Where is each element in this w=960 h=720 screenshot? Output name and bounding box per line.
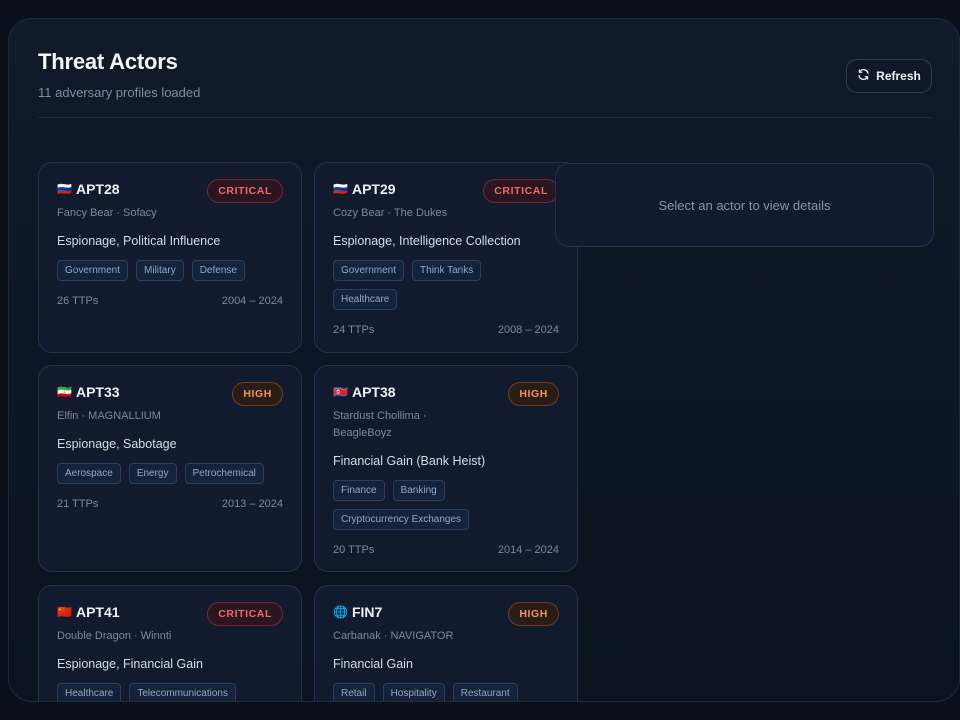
refresh-button[interactable]: Refresh [846, 59, 932, 93]
target-tag: Energy [128, 463, 177, 484]
target-tag: Healthcare [333, 289, 398, 310]
profiles-count: 11 adversary profiles loaded [38, 85, 201, 100]
actor-aliases: Carbanak · NAVIGATOR [333, 630, 454, 642]
active-years: 2004 – 2024 [221, 295, 283, 307]
actor-card-fin7[interactable]: 🌐 FIN7 HIGH Carbanak · NAVIGATOR Financia… [314, 585, 578, 701]
target-tag: Healthcare [57, 683, 122, 701]
target-tag: Telecommunications [129, 683, 236, 701]
target-tag: Cryptocurrency Exchanges [333, 509, 470, 530]
actor-motivation: Financial Gain [333, 657, 413, 671]
actor-card-apt38[interactable]: 🇰🇵 APT38 HIGH Stardust Chollima · BeagleB… [314, 365, 578, 572]
actor-name: APT41 [75, 603, 120, 620]
actor-detail-panel: Select an actor to view details [555, 163, 934, 247]
actor-name: APT28 [75, 180, 120, 197]
target-tags: Finance Banking Cryptocurrency Exchanges [333, 480, 493, 530]
actor-name: FIN7 [351, 603, 383, 620]
actor-card-apt41[interactable]: 🇨🇳 APT41 CRITICAL Double Dragon · Winnti … [38, 585, 302, 701]
ttp-count: 21 TTPs [57, 498, 99, 510]
flag-icon: 🇮🇷 [57, 384, 72, 399]
globe-icon: 🌐 [333, 604, 348, 619]
actor-aliases: Cozy Bear · The Dukes [333, 207, 448, 219]
target-tag: Banking [392, 480, 445, 501]
actor-aliases: Elfin · MAGNALLIUM [57, 410, 161, 422]
actor-name: APT29 [351, 180, 396, 197]
actor-card-apt28[interactable]: 🇷🇺 APT28 CRITICAL Fancy Bear · Sofacy Esp… [38, 162, 302, 353]
threat-actors-panel: Threat Actors 11 adversary profiles load… [8, 18, 960, 702]
refresh-icon [857, 68, 870, 84]
severity-badge: HIGH [232, 382, 283, 406]
flag-icon: 🇷🇺 [57, 181, 72, 196]
actor-name: APT38 [351, 383, 396, 400]
target-tags: Government Military Defense [57, 260, 283, 281]
actor-aliases: Stardust Chollima · BeagleBoyz [333, 410, 427, 439]
target-tag: Hospitality [382, 683, 445, 701]
target-tag: Finance [333, 480, 385, 501]
actor-card-apt29[interactable]: 🇷🇺 APT29 CRITICAL Cozy Bear · The Dukes E… [314, 162, 578, 353]
actor-motivation: Espionage, Sabotage [57, 437, 177, 451]
severity-badge: HIGH [508, 382, 559, 406]
ttp-count: 20 TTPs [333, 544, 375, 556]
target-tags: Healthcare Telecommunications [57, 683, 283, 701]
flag-icon: 🇨🇳 [57, 604, 72, 619]
target-tags: Retail Hospitality Restaurant [333, 683, 559, 701]
header-divider [38, 117, 932, 118]
target-tag: Aerospace [57, 463, 121, 484]
target-tag: Think Tanks [412, 260, 482, 281]
ttp-count: 24 TTPs [333, 324, 375, 336]
target-tag: Restaurant [452, 683, 518, 701]
actor-motivation: Financial Gain (Bank Heist) [333, 454, 486, 468]
refresh-label: Refresh [876, 69, 921, 83]
severity-badge: CRITICAL [207, 179, 283, 203]
target-tag: Government [333, 260, 405, 281]
actor-card-apt33[interactable]: 🇮🇷 APT33 HIGH Elfin · MAGNALLIUM Espionag… [38, 365, 302, 572]
actor-motivation: Espionage, Intelligence Collection [333, 234, 521, 248]
page-header: Threat Actors 11 adversary profiles load… [38, 49, 932, 100]
target-tag: Retail [333, 683, 375, 701]
actor-name: APT33 [75, 383, 120, 400]
target-tag: Military [136, 260, 184, 281]
active-years: 2013 – 2024 [221, 498, 283, 510]
actor-aliases: Fancy Bear · Sofacy [57, 207, 157, 219]
page-title: Threat Actors [38, 49, 178, 74]
severity-badge: CRITICAL [483, 179, 559, 203]
target-tags: Government Think Tanks Healthcare [333, 260, 513, 310]
target-tag: Petrochemical [184, 463, 264, 484]
actor-motivation: Espionage, Financial Gain [57, 657, 203, 671]
severity-badge: HIGH [508, 602, 559, 626]
actor-motivation: Espionage, Political Influence [57, 234, 221, 248]
target-tags: Aerospace Energy Petrochemical [57, 463, 283, 484]
active-years: 2008 – 2024 [497, 324, 559, 336]
ttp-count: 26 TTPs [57, 295, 99, 307]
flag-icon: 🇷🇺 [333, 181, 348, 196]
active-years: 2014 – 2024 [497, 544, 559, 556]
target-tag: Government [57, 260, 129, 281]
target-tag: Defense [191, 260, 245, 281]
flag-icon: 🇰🇵 [333, 384, 348, 399]
severity-badge: CRITICAL [207, 602, 283, 626]
actor-aliases: Double Dragon · Winnti [57, 630, 172, 642]
